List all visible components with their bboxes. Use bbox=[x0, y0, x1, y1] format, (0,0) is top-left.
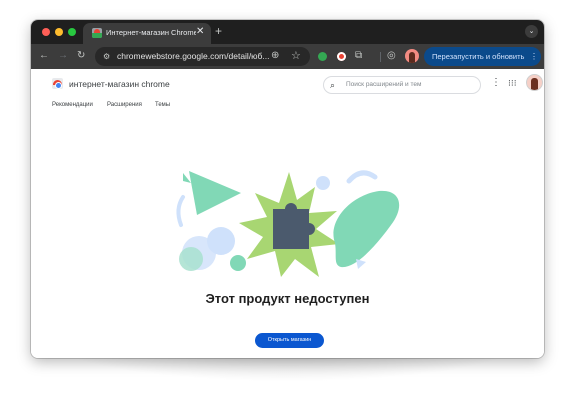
arc-left-shape bbox=[176, 195, 185, 227]
nav-extensions[interactable]: Расширения bbox=[107, 101, 142, 110]
relaunch-update-button[interactable]: Перезапустить и обновить ⋮ bbox=[424, 47, 541, 66]
back-icon[interactable]: ← bbox=[39, 49, 49, 63]
search-placeholder: Поиск расширений и тем bbox=[346, 81, 422, 88]
web-store-logo-icon[interactable] bbox=[52, 78, 63, 89]
circle-blue-shape bbox=[207, 227, 235, 255]
extension-red-icon[interactable] bbox=[337, 52, 346, 61]
sync-icon[interactable]: ◎ bbox=[387, 49, 396, 63]
open-store-button[interactable]: Открыть магазин bbox=[255, 333, 324, 348]
tab-title: Интернет-магазин Chrome bbox=[106, 28, 196, 37]
tab-strip: Интернет-магазин Chrome ✕ + ⌄ bbox=[31, 20, 544, 44]
more-options-icon[interactable]: ⋮ bbox=[491, 77, 501, 89]
chrome-menu-icon[interactable]: ⋮ bbox=[530, 50, 538, 63]
nav-themes[interactable]: Темы bbox=[155, 101, 170, 110]
small-blue-triangle-shape bbox=[356, 259, 366, 269]
url-text[interactable]: chromewebstore.google.com/detail/юб... bbox=[117, 51, 270, 62]
tab-chrome-web-store[interactable]: Интернет-магазин Chrome ✕ bbox=[83, 23, 211, 44]
new-tab-icon[interactable]: + bbox=[215, 24, 222, 38]
store-page: интернет-магазин chrome ⌕ Поиск расширен… bbox=[31, 69, 544, 358]
forward-icon[interactable]: → bbox=[58, 49, 68, 63]
triangle-shape bbox=[189, 171, 241, 215]
unavailable-illustration bbox=[176, 170, 400, 277]
zoom-icon[interactable]: ⊕ bbox=[271, 49, 279, 63]
arc-right-shape bbox=[346, 170, 378, 184]
tab-search-icon[interactable]: ⌄ bbox=[525, 25, 538, 38]
small-circle-shape bbox=[230, 255, 246, 271]
profile-avatar-icon[interactable] bbox=[405, 49, 419, 63]
web-store-favicon-icon bbox=[92, 28, 102, 38]
extension-green-icon[interactable] bbox=[318, 52, 327, 61]
close-window-button[interactable] bbox=[42, 28, 50, 36]
extensions-puzzle-icon[interactable]: ⧉ bbox=[355, 49, 362, 63]
search-icon: ⌕ bbox=[330, 80, 336, 90]
store-name[interactable]: интернет-магазин chrome bbox=[69, 78, 170, 90]
close-tab-icon[interactable]: ✕ bbox=[196, 26, 204, 38]
minimize-window-button[interactable] bbox=[55, 28, 63, 36]
google-apps-icon[interactable]: ⁝⁝⁝ bbox=[508, 77, 517, 89]
fullscreen-window-button[interactable] bbox=[68, 28, 76, 36]
unavailable-heading: Этот продукт недоступен bbox=[205, 291, 370, 306]
site-info-icon[interactable]: ⚙ bbox=[103, 50, 110, 63]
toolbar-divider bbox=[380, 52, 381, 62]
reload-icon[interactable]: ↻ bbox=[77, 49, 85, 63]
nav-recommendations[interactable]: Рекомендации bbox=[52, 101, 93, 110]
leaf-blob-shape bbox=[333, 190, 400, 268]
toolbar: ← → ↻ ⚙ chromewebstore.google.com/detail… bbox=[31, 44, 544, 69]
top-right-dot-shape bbox=[316, 176, 330, 190]
bookmark-star-icon[interactable]: ☆ bbox=[291, 49, 301, 63]
browser-window: Интернет-магазин Chrome ✕ + ⌄ ← → ↻ ⚙ ch… bbox=[31, 20, 544, 358]
circle-mint-shape bbox=[179, 247, 203, 271]
puzzle-piece-icon bbox=[273, 203, 315, 249]
relaunch-update-label: Перезапустить и обновить bbox=[432, 52, 525, 61]
address-bar[interactable]: ⚙ chromewebstore.google.com/detail/юб...… bbox=[95, 47, 310, 66]
store-search-input[interactable]: ⌕ Поиск расширений и тем bbox=[323, 76, 481, 94]
account-avatar[interactable] bbox=[526, 74, 543, 91]
